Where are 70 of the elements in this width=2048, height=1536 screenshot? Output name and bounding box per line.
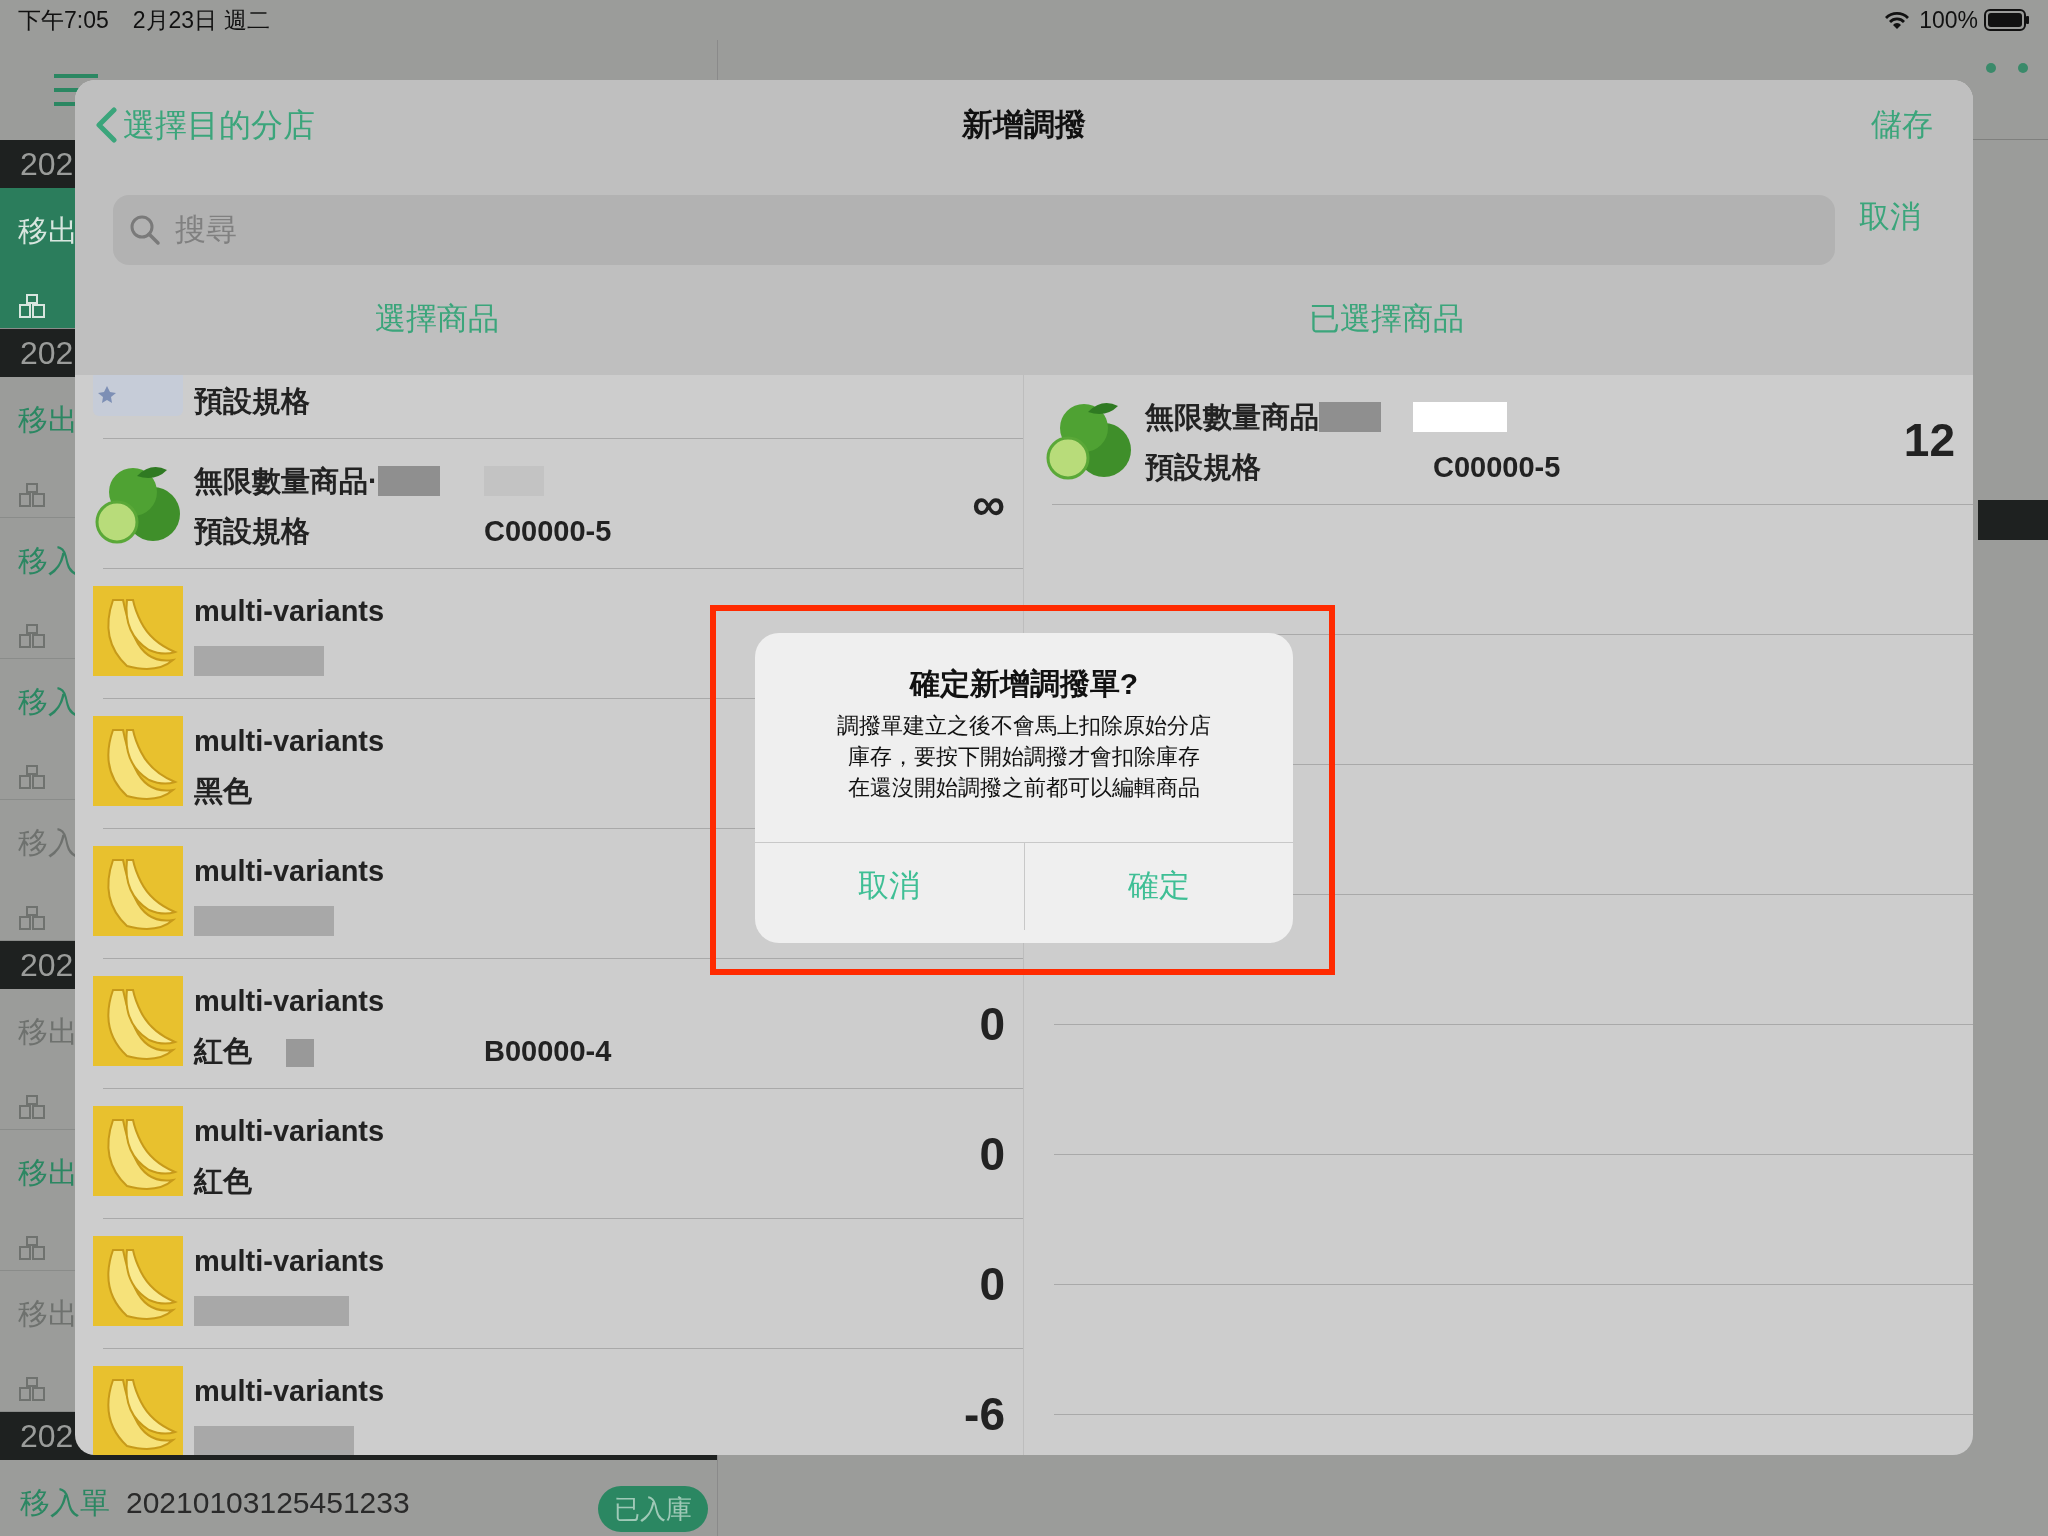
column-header[interactable]: 已選擇商品 [1302, 295, 1470, 344]
order-item[interactable]: 移出 [0, 1130, 75, 1270]
product-name: 無限數量商品 [1145, 400, 1319, 435]
save-button[interactable]: 儲存 [1871, 101, 1933, 149]
alert-title: 確定新增調撥單? [908, 666, 1140, 702]
variant-label: 預設規格 [194, 515, 310, 547]
store-icon [18, 1094, 46, 1121]
stock-quantity: ∞ [972, 477, 1005, 532]
alert-message: 在還沒開始調撥之前都可以編輯商品 [847, 774, 1201, 802]
store-icon [18, 482, 46, 509]
more-icon[interactable] [1985, 62, 2029, 74]
product-name: multi-variants [194, 984, 385, 1019]
confirm-button[interactable]: 確定 [1023, 843, 1293, 930]
stock-quantity: 0 [979, 997, 1005, 1052]
product-name: multi-variants [194, 1374, 385, 1409]
variant-label: 預設規格 [194, 385, 310, 417]
stock-quantity: 12 [1903, 413, 1955, 468]
status-badge: 已入庫 [598, 1486, 708, 1532]
cancel-button[interactable]: 取消 [1859, 194, 1921, 241]
column-header[interactable]: 選擇商品 [369, 295, 505, 344]
section-header: 202 [20, 1417, 74, 1456]
variant-label: 黑色 [194, 775, 252, 807]
store-icon [18, 623, 46, 650]
sheet-title: 新增調撥 [962, 106, 1086, 142]
status-date: 2月23日 週二 [132, 5, 270, 35]
order-type-label: 移出 [18, 214, 78, 247]
product-name: multi-variants [194, 594, 385, 629]
order-type-label: 移出 [18, 1156, 78, 1189]
store-icon [18, 1376, 46, 1403]
product-name: 無限數量商品· [194, 464, 378, 499]
stock-quantity: 0 [979, 1257, 1005, 1312]
order-item[interactable]: 移入 [0, 659, 75, 799]
product-name: multi-variants [194, 1114, 385, 1149]
chevron-left-icon [95, 107, 117, 143]
variant-label: 紅色 [194, 1035, 252, 1067]
section-header: 202 [20, 334, 74, 373]
product-name: multi-variants [194, 854, 385, 889]
product-code: C00000-5 [484, 514, 612, 549]
order-type-label: 移入 [18, 544, 78, 577]
order-type-label: 移入 [18, 685, 78, 718]
cancel-button[interactable]: 取消 [755, 843, 1024, 930]
search-icon [129, 214, 161, 246]
variant-label: 預設規格 [1145, 451, 1261, 483]
order-number: 20210103125451233 [126, 1486, 410, 1519]
wifi-icon [1883, 9, 1912, 31]
alert-message: 調撥單建立之後不會馬上扣除原始分店 [836, 712, 1212, 740]
product-code: C00000-5 [1433, 450, 1561, 485]
back-button[interactable]: 選擇目的分店 [95, 101, 315, 149]
order-type-label: 移出 [18, 403, 78, 436]
status-time: 下午7:05 [18, 5, 109, 35]
store-icon [18, 293, 46, 320]
alert-message: 庫存，要按下開始調撥才會扣除庫存 [847, 743, 1201, 771]
stock-quantity: -6 [964, 1387, 1005, 1442]
product-name: multi-variants [194, 1244, 385, 1279]
stock-quantity: 0 [979, 1127, 1005, 1182]
store-icon [18, 905, 46, 932]
store-icon [18, 764, 46, 791]
section-header: 202 [20, 946, 74, 985]
order-item[interactable]: 移入 [0, 518, 75, 658]
battery-percent: 100% [1919, 5, 1978, 35]
battery-icon [1984, 9, 2030, 31]
product-code: B00000-4 [484, 1034, 612, 1069]
product-name: multi-variants [194, 724, 385, 759]
section-header: 202 [20, 145, 74, 184]
section-header-bar [1978, 500, 2048, 540]
order-item[interactable]: 移出 [0, 188, 75, 328]
store-icon [18, 1235, 46, 1262]
order-type-label: 移入單 [20, 1486, 110, 1519]
order-item[interactable]: 移出 [0, 377, 75, 517]
variant-label: 紅色 [194, 1165, 252, 1197]
